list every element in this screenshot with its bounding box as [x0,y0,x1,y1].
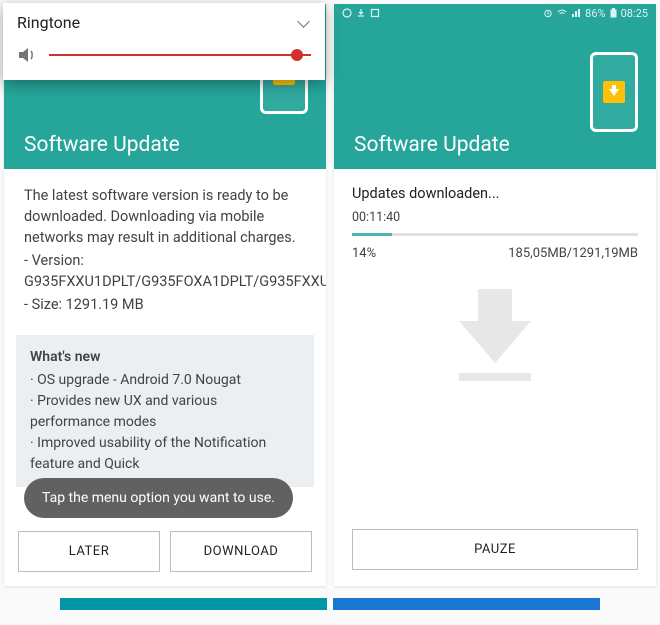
whats-new-title: What's new [30,347,300,368]
progress-percent: 14% [352,246,376,261]
app-icon [370,8,380,18]
whats-new-item: · Improved usability of the Notification… [30,433,300,475]
update-intro-text: The latest software version is ready to … [24,185,306,248]
button-row: PAUZE [334,515,656,586]
update-size: - Size: 1291.19 MB [24,294,306,315]
download-elapsed-time: 00:11:40 [352,210,638,225]
download-button[interactable]: DOWNLOAD [170,531,312,572]
phone-right-downloading: 86% 08:25 Software Update Updates downlo… [334,4,656,586]
chevron-down-icon[interactable] [297,16,311,30]
phone-download-illustration [590,52,638,132]
whats-new-item: · Provides new UX and various performanc… [30,391,300,433]
whats-new-panel: What's new · OS upgrade - Android 7.0 No… [16,335,314,487]
slider-thumb[interactable] [291,49,303,61]
notification-icon [342,8,352,18]
volume-slider[interactable] [49,54,311,56]
help-tooltip: Tap the menu option you want to use. [24,478,293,518]
whats-new-item: · OS upgrade - Android 7.0 Nougat [30,370,300,391]
pause-button[interactable]: PAUZE [352,529,638,570]
banner-title: Software Update [354,133,510,157]
button-row: LATER DOWNLOAD [4,519,326,586]
phone-left-update-prompt: Software Update The latest software vers… [4,4,326,586]
progress-size: 185,05MB/1291,19MB [508,246,638,261]
download-status-text: Updates downloaden... [352,185,638,202]
update-description: The latest software version is ready to … [4,169,326,323]
progress-fill [352,233,392,236]
download-large-icon [450,321,540,381]
later-button[interactable]: LATER [18,531,160,572]
ringtone-label: Ringtone [17,13,80,32]
decorative-bottom-bars [0,590,660,620]
ringtone-volume-panel[interactable]: Ringtone [3,3,325,80]
progress-bar [352,233,638,236]
battery-icon [610,8,617,18]
update-version: - Version: G935FXXU1DPLT/G935FOXA1DPLT/G… [24,250,306,292]
battery-percent: 86% [585,7,605,20]
volume-icon [17,46,37,64]
signal-icon [571,8,581,18]
alarm-icon [543,8,553,18]
download-icon [356,8,366,18]
wifi-icon [557,8,567,18]
banner: Software Update [334,22,656,169]
status-bar: 86% 08:25 [334,4,656,22]
clock: 08:25 [621,7,648,20]
banner-title: Software Update [24,133,180,157]
